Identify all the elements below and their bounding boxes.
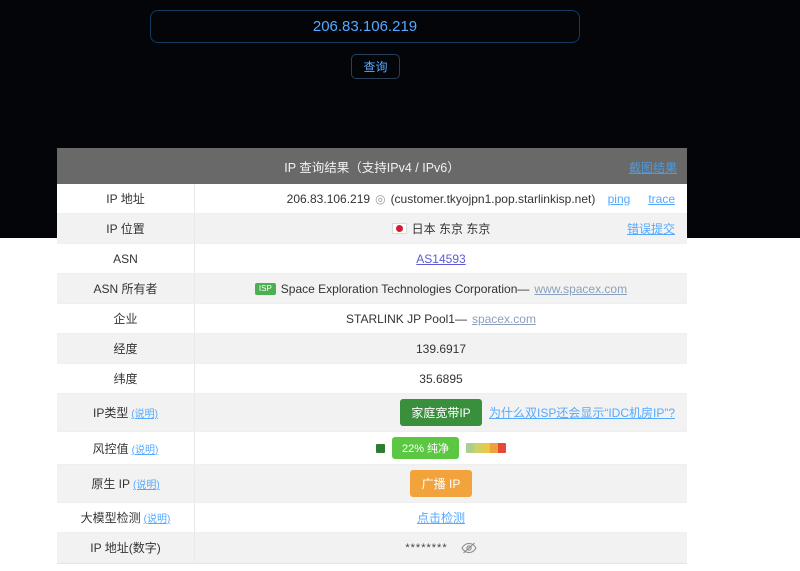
row-label: ASN — [57, 244, 195, 273]
ip-address-value: 206.83.106.219 — [287, 192, 370, 206]
row-ip-location: IP 位置 日本 东京 东京 错误提交 — [57, 214, 687, 244]
screenshot-result-link[interactable]: 截图结果 — [629, 159, 677, 176]
llm-hint-link[interactable]: (说明) — [144, 510, 171, 525]
row-label: IP 位置 — [57, 214, 195, 243]
risk-meter: 22% 纯净 — [376, 437, 506, 459]
latitude-value: 35.6895 — [419, 372, 462, 386]
japan-flag-icon — [392, 223, 407, 234]
row-label: 纬度 — [57, 364, 195, 393]
enterprise-value: STARLINK JP Pool1— — [346, 312, 467, 326]
trace-link[interactable]: trace — [648, 192, 675, 206]
row-enterprise: 企业 STARLINK JP Pool1— spacex.com — [57, 304, 687, 334]
row-label: IP类型 — [93, 404, 128, 421]
result-card: IP 查询结果（支持IPv4 / IPv6） 截图结果 IP 地址 206.83… — [57, 148, 687, 564]
risk-scale-bar — [466, 443, 506, 453]
copy-icon[interactable]: ◎ — [375, 192, 385, 206]
risk-position-marker — [376, 444, 385, 453]
row-llm-detect: 大模型检测 (说明) 点击检测 — [57, 503, 687, 533]
result-card-header: IP 查询结果（支持IPv4 / IPv6） 截图结果 — [57, 148, 687, 184]
row-ip-address: IP 地址 206.83.106.219 ◎ (customer.tkyojpn… — [57, 184, 687, 214]
ip-search-input[interactable] — [150, 10, 580, 43]
isp-badge: ISP — [255, 283, 276, 295]
row-label: 风控值 — [93, 440, 129, 457]
row-longitude: 经度 139.6917 — [57, 334, 687, 364]
broadcast-ip-badge: 广播 IP — [410, 470, 473, 497]
query-button[interactable]: 查询 — [351, 54, 400, 79]
risk-score-pill: 22% 纯净 — [392, 437, 459, 459]
native-ip-hint-link[interactable]: (说明) — [133, 476, 160, 491]
row-asn-owner: ASN 所有者 ISP Space Exploration Technologi… — [57, 274, 687, 304]
eye-slash-icon[interactable] — [461, 542, 477, 554]
row-label: 原生 IP — [91, 475, 130, 492]
asn-link[interactable]: AS14593 — [416, 252, 465, 266]
page: 查询 IP 查询结果（支持IPv4 / IPv6） 截图结果 IP 地址 206… — [0, 0, 800, 571]
masked-ip-numeric: ******** — [405, 542, 447, 554]
spacex-link[interactable]: www.spacex.com — [534, 282, 627, 296]
row-latitude: 纬度 35.6895 — [57, 364, 687, 394]
error-submit-link[interactable]: 错误提交 — [627, 220, 675, 237]
row-risk-value: 风控值 (说明) 22% 纯净 — [57, 432, 687, 465]
row-label: 大模型检测 — [81, 509, 141, 526]
click-detect-link[interactable]: 点击检测 — [417, 509, 465, 526]
longitude-value: 139.6917 — [416, 342, 466, 356]
risk-hint-link[interactable]: (说明) — [132, 441, 159, 456]
row-label: 企业 — [57, 304, 195, 333]
row-ip-type: IP类型 (说明) 家庭宽带IP 为什么双ISP还会显示“IDC机房IP”? — [57, 394, 687, 432]
home-broadband-badge: 家庭宽带IP — [400, 399, 481, 426]
asn-owner-value: Space Exploration Technologies Corporati… — [281, 282, 530, 296]
dual-isp-question-link[interactable]: 为什么双ISP还会显示“IDC机房IP”? — [489, 404, 675, 421]
row-label: IP 地址 — [57, 184, 195, 213]
row-ip-numeric: IP 地址(数字) ******** — [57, 533, 687, 563]
result-title: IP 查询结果（支持IPv4 / IPv6） — [284, 157, 460, 176]
row-label: 经度 — [57, 334, 195, 363]
enterprise-spacex-link[interactable]: spacex.com — [472, 312, 536, 326]
row-label: IP 地址(数字) — [57, 533, 195, 562]
row-asn: ASN AS14593 — [57, 244, 687, 274]
ip-type-hint-link[interactable]: (说明) — [131, 405, 158, 420]
ping-link[interactable]: ping — [608, 192, 631, 206]
row-native-ip: 原生 IP (说明) 广播 IP — [57, 465, 687, 503]
ip-hostname: (customer.tkyojpn1.pop.starlinkisp.net) — [391, 192, 596, 206]
ip-location-value: 日本 东京 东京 — [412, 220, 491, 237]
row-label: ASN 所有者 — [57, 274, 195, 303]
